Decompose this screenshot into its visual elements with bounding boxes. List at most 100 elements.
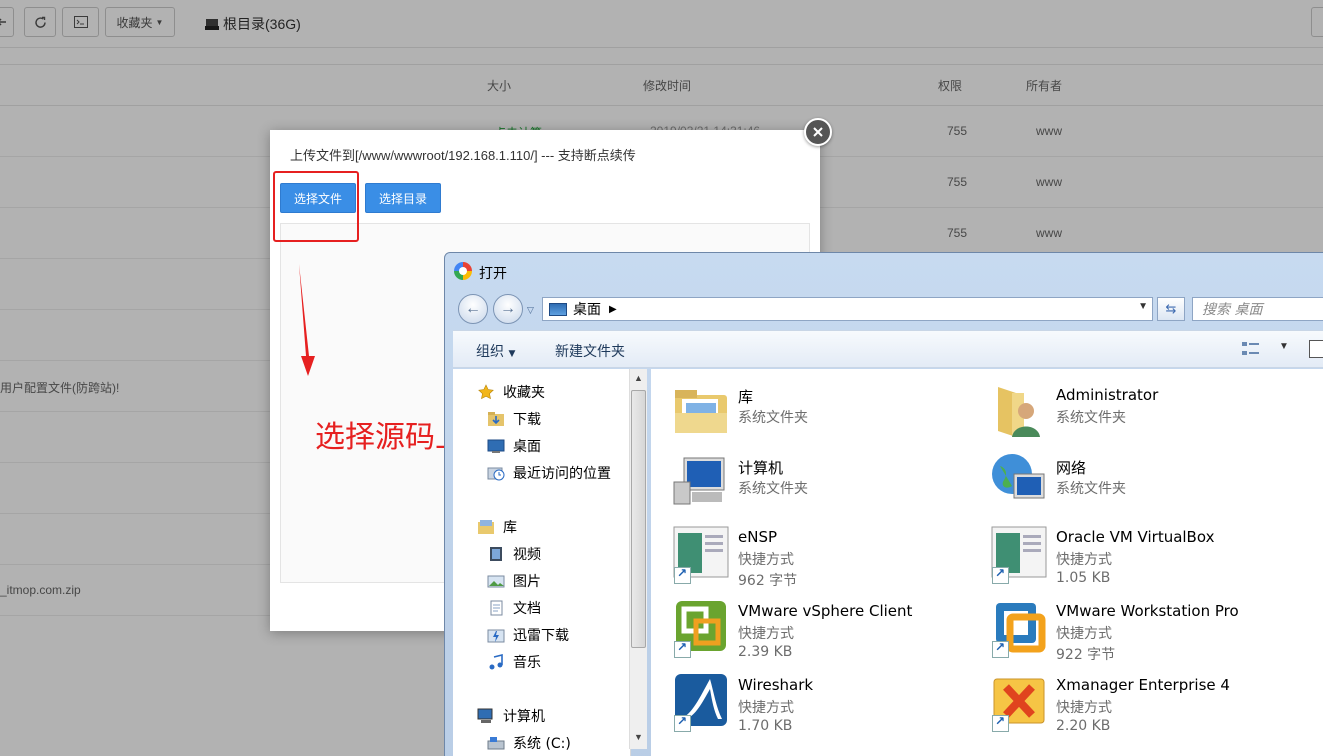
new-folder-button[interactable]: 新建文件夹 (555, 341, 625, 361)
item-name: VMware vSphere Client (738, 602, 913, 620)
navigation-pane: 收藏夹 下载 桌面 最近访问的位置 库 视频 图片 文档 迅雷下载 音乐 计算机… (453, 369, 631, 756)
list-item[interactable]: eNSP 快捷方式 962 字节 (672, 523, 982, 593)
list-item[interactable]: VMware vSphere Client 快捷方式 2.39 KB (672, 597, 982, 667)
nav-recent[interactable]: 最近访问的位置 (487, 463, 611, 483)
list-item[interactable]: Oracle VM VirtualBox 快捷方式 1.05 KB (990, 523, 1300, 593)
music-icon (489, 654, 503, 670)
annotation-highlight-box (273, 171, 359, 242)
shortcut-arrow-icon (674, 640, 691, 658)
address-dropdown-icon[interactable]: ▼ (1138, 301, 1148, 312)
view-dropdown-icon[interactable]: ▼ (1279, 341, 1289, 352)
item-type: 快捷方式 (738, 626, 794, 642)
network-globe-icon (992, 454, 1045, 499)
library-folder-icon (675, 390, 727, 433)
list-item[interactable]: Administrator 系统文件夹 (990, 381, 1300, 451)
close-button[interactable] (804, 118, 832, 146)
scroll-down-icon[interactable]: ▼ (634, 732, 643, 742)
computer-icon (477, 708, 493, 723)
nav-favorites[interactable]: 收藏夹 (477, 382, 545, 402)
pictures-icon (487, 575, 505, 588)
preview-pane-button[interactable] (1309, 340, 1323, 358)
scrollbar-thumb[interactable] (631, 390, 646, 648)
command-bar: 组织 ▼ 新建文件夹 ▼ (453, 330, 1323, 368)
nav-back-button[interactable]: ← (458, 294, 488, 324)
nav-libraries[interactable]: 库 (477, 517, 517, 537)
address-bar[interactable]: 桌面 ▶ ▼ (542, 297, 1153, 321)
recent-pages-caret-icon[interactable]: ▽ (527, 305, 534, 316)
item-name: VMware Workstation Pro (1056, 602, 1239, 620)
nav-computer[interactable]: 计算机 (477, 706, 545, 726)
view-options-icon[interactable] (1241, 340, 1261, 358)
nav-thunder[interactable]: 迅雷下载 (487, 625, 569, 645)
shortcut-arrow-icon (674, 714, 691, 732)
downloads-folder-icon (488, 412, 504, 426)
nav-music[interactable]: 音乐 (487, 652, 541, 672)
item-type: 快捷方式 (738, 552, 794, 568)
list-item[interactable]: Wireshark 快捷方式 1.70 KB (672, 671, 982, 741)
nav-favorites-label: 收藏夹 (503, 385, 545, 401)
item-name: Wireshark (738, 676, 814, 694)
list-item[interactable]: 计算机 系统文件夹 (672, 452, 982, 522)
nav-system-drive[interactable]: 系统 (C:) (487, 733, 571, 753)
item-name: 网络 (1056, 459, 1087, 477)
nav-pictures-label: 图片 (513, 574, 541, 590)
nav-scrollbar[interactable]: ▲ ▼ (629, 369, 647, 749)
item-size: 1.05 KB (1056, 570, 1111, 586)
item-type: 快捷方式 (1056, 552, 1112, 568)
item-name: Xmanager Enterprise 4 (1056, 676, 1230, 694)
refresh-address-button[interactable]: ⇆ (1157, 297, 1185, 321)
scroll-up-icon[interactable]: ▲ (634, 373, 643, 383)
nav-documents[interactable]: 文档 (487, 598, 541, 618)
nav-documents-label: 文档 (513, 601, 541, 617)
item-size: 962 字节 (738, 573, 798, 589)
nav-videos-label: 视频 (513, 547, 541, 563)
item-size: 1.70 KB (738, 718, 793, 734)
upload-title: 上传文件到[/www/wwwroot/192.168.1.110/] --- 支… (290, 148, 636, 163)
file-list: 库 系统文件夹 Administrator 系统文件夹 计算机 系统文件夹 网络… (651, 369, 1323, 756)
item-name: 计算机 (738, 459, 784, 477)
computer-large-icon (673, 457, 725, 505)
refresh-arrows-icon: ⇆ (1165, 301, 1177, 316)
close-icon (813, 127, 823, 137)
list-item[interactable]: Xmanager Enterprise 4 快捷方式 2.20 KB (990, 671, 1300, 741)
item-name: Oracle VM VirtualBox (1056, 528, 1215, 546)
nav-pictures[interactable]: 图片 (487, 571, 541, 591)
nav-desktop-label: 桌面 (513, 439, 541, 455)
address-path: 桌面 (573, 301, 601, 317)
path-separator-icon: ▶ (609, 303, 617, 315)
search-input[interactable]: 搜索 桌面 (1192, 297, 1323, 321)
nav-recent-label: 最近访问的位置 (513, 466, 611, 482)
list-item[interactable]: 库 系统文件夹 (672, 381, 982, 451)
shortcut-arrow-icon (674, 566, 691, 584)
thunder-download-icon (487, 629, 505, 643)
shortcut-arrow-icon (992, 714, 1009, 732)
nav-music-label: 音乐 (513, 655, 541, 671)
libraries-icon (478, 520, 494, 534)
item-type: 系统文件夹 (738, 481, 808, 497)
list-item[interactable]: 网络 系统文件夹 (990, 452, 1300, 522)
desktop-icon (487, 439, 505, 453)
item-name: eNSP (738, 528, 778, 546)
choose-dir-button[interactable]: 选择目录 (365, 183, 442, 213)
item-name: 库 (738, 388, 754, 406)
organize-caret-icon: ▼ (508, 349, 516, 359)
recent-places-icon (487, 467, 505, 481)
back-arrow-icon: ← (465, 300, 481, 317)
nav-thunder-label: 迅雷下载 (513, 628, 569, 644)
nav-computer-label: 计算机 (503, 709, 545, 725)
nav-downloads[interactable]: 下载 (487, 409, 541, 429)
nav-forward-button[interactable]: → (493, 294, 523, 324)
dialog-title: 打开 (479, 266, 507, 282)
item-type: 系统文件夹 (1056, 410, 1126, 426)
annotation-arrow (299, 264, 315, 376)
desktop-small-icon (549, 302, 567, 316)
item-type: 快捷方式 (1056, 700, 1112, 716)
documents-icon (490, 600, 503, 616)
list-item[interactable]: VMware Workstation Pro 快捷方式 922 字节 (990, 597, 1300, 667)
nav-videos[interactable]: 视频 (487, 544, 541, 564)
nav-desktop[interactable]: 桌面 (487, 436, 541, 456)
item-type: 快捷方式 (1056, 626, 1112, 642)
organize-menu[interactable]: 组织 ▼ (476, 341, 515, 361)
shortcut-arrow-icon (992, 640, 1009, 658)
nav-downloads-label: 下载 (513, 412, 541, 428)
